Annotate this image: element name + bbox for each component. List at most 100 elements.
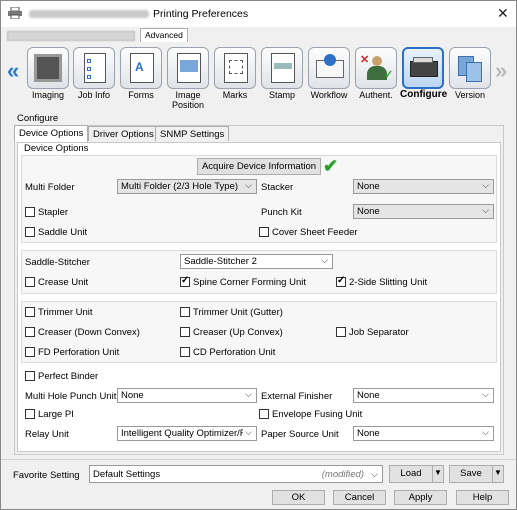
ribbon-authentication[interactable]: ✕ ✓ Authent. xyxy=(353,47,399,100)
save-dropdown-icon[interactable]: ▼ xyxy=(492,465,504,483)
large-pi-label: Large PI xyxy=(38,409,74,420)
stacker-select[interactable]: None ⌵ xyxy=(353,179,494,194)
chevron-down-icon: ⌵ xyxy=(482,389,489,399)
scroll-right-icon[interactable]: » xyxy=(495,58,507,84)
saddle-stitcher-select[interactable]: Saddle-Stitcher 2 ⌵ xyxy=(180,254,333,269)
forms-icon: A xyxy=(120,47,162,89)
save-button[interactable]: Save xyxy=(449,465,493,483)
configure-icon xyxy=(402,47,444,89)
ribbon-stamp[interactable]: Stamp xyxy=(259,47,305,100)
ribbon-label: Job Info xyxy=(77,90,111,100)
ribbon-forms[interactable]: A Forms xyxy=(118,47,164,100)
ribbon-label: Authent. xyxy=(359,90,393,100)
chevron-down-icon: ⌵ xyxy=(482,205,489,215)
paper-source-unit-value: None xyxy=(357,428,380,439)
crease-unit-label: Crease Unit xyxy=(38,277,89,288)
multi-folder-value: Multi Folder (2/3 Hole Type) xyxy=(121,181,239,192)
printer-icon xyxy=(8,7,22,19)
punch-kit-label: Punch Kit xyxy=(261,207,302,218)
top-tab-strip: Advanced xyxy=(1,27,516,43)
stacker-value: None xyxy=(357,181,380,192)
multi-folder-select[interactable]: Multi Folder (2/3 Hole Type) ⌵ xyxy=(117,179,257,194)
tab-device-options[interactable]: Device Options xyxy=(14,125,89,142)
marks-icon xyxy=(214,47,256,89)
spine-corner-label: Spine Corner Forming Unit xyxy=(193,277,306,288)
saddle-unit-checkbox[interactable] xyxy=(25,227,35,237)
close-icon[interactable]: ✕ xyxy=(497,5,509,22)
two-side-slitting-checkbox[interactable] xyxy=(336,275,346,287)
creaser-down-label: Creaser (Down Convex) xyxy=(38,327,140,338)
chevron-down-icon: ⌵ xyxy=(482,427,489,437)
crease-unit-checkbox[interactable] xyxy=(25,277,35,287)
job-separator-label: Job Separator xyxy=(349,327,409,338)
large-pi-checkbox[interactable] xyxy=(25,409,35,419)
ribbon-label: Imaging xyxy=(31,90,65,100)
help-button[interactable]: Help xyxy=(456,490,509,505)
tab-driver-options[interactable]: Driver Options xyxy=(88,126,159,141)
creaser-up-label: Creaser (Up Convex) xyxy=(193,327,283,338)
imaging-icon xyxy=(27,47,69,89)
trimmer-gutter-checkbox[interactable] xyxy=(180,307,190,317)
configure-section-title: Configure xyxy=(17,113,59,124)
multi-hole-punch-select[interactable]: None ⌵ xyxy=(117,388,257,403)
fd-perforation-checkbox[interactable] xyxy=(25,347,35,357)
load-button[interactable]: Load xyxy=(389,465,433,483)
perfect-binder-checkbox[interactable] xyxy=(25,371,35,381)
creaser-down-checkbox[interactable] xyxy=(25,327,35,337)
punch-kit-select[interactable]: None ⌵ xyxy=(353,204,494,219)
success-check-icon: ✔ xyxy=(323,156,339,176)
ribbon-workflow[interactable]: Workflow xyxy=(306,47,352,100)
load-dropdown-icon[interactable]: ▼ xyxy=(432,465,444,483)
spine-corner-checkbox[interactable] xyxy=(180,275,190,287)
stapler-label: Stapler xyxy=(38,207,69,218)
cover-sheet-feeder-checkbox[interactable] xyxy=(259,227,269,237)
title-bar: Printing Preferences ✕ xyxy=(1,1,516,27)
scroll-left-icon[interactable]: « xyxy=(7,58,19,84)
cd-perforation-checkbox[interactable] xyxy=(180,347,190,357)
two-side-slitting-label: 2-Side Slitting Unit xyxy=(349,277,428,288)
tab-snmp-settings[interactable]: SNMP Settings xyxy=(155,126,230,141)
paper-source-unit-select[interactable]: None ⌵ xyxy=(353,426,494,441)
job-info-icon xyxy=(73,47,115,89)
ribbon-label: Image Position xyxy=(171,90,205,110)
ribbon-version[interactable]: Version xyxy=(447,47,493,100)
cd-perforation-label: CD Perforation Unit xyxy=(193,347,276,358)
cancel-button[interactable]: Cancel xyxy=(333,490,386,505)
trimmer-gutter-label: Trimmer Unit (Gutter) xyxy=(193,307,283,318)
cover-sheet-feeder-label: Cover Sheet Feeder xyxy=(272,227,358,238)
ok-button[interactable]: OK xyxy=(272,490,325,505)
trimmer-unit-checkbox[interactable] xyxy=(25,307,35,317)
relay-unit-value: Intelligent Quality Optimizer/R xyxy=(121,428,247,439)
stapler-checkbox[interactable] xyxy=(25,207,35,217)
tab-advanced[interactable]: Advanced xyxy=(140,28,188,42)
punch-kit-value: None xyxy=(357,206,380,217)
envelope-fusing-checkbox[interactable] xyxy=(259,409,269,419)
saddle-stitcher-label: Saddle-Stitcher xyxy=(25,257,90,268)
external-finisher-value: None xyxy=(357,390,380,401)
window-title: Printing Preferences xyxy=(153,8,249,20)
creaser-up-checkbox[interactable] xyxy=(180,327,190,337)
favorite-setting-select[interactable]: Default Settings (modified) ⌵ xyxy=(89,465,383,483)
relay-unit-label: Relay Unit xyxy=(25,429,69,440)
image-position-icon xyxy=(167,47,209,89)
version-icon xyxy=(449,47,491,89)
ribbon-job-info[interactable]: Job Info xyxy=(71,47,117,100)
ribbon-marks[interactable]: Marks xyxy=(212,47,258,100)
apply-button[interactable]: Apply xyxy=(394,490,447,505)
relay-unit-select[interactable]: Intelligent Quality Optimizer/R ⌵ xyxy=(117,426,257,441)
chevron-down-icon: ⌵ xyxy=(245,180,252,190)
device-options-title: Device Options xyxy=(24,143,89,154)
job-separator-checkbox[interactable] xyxy=(336,327,346,337)
ribbon-label: Configure xyxy=(400,89,448,100)
ribbon-image-position[interactable]: Image Position xyxy=(165,47,211,110)
ribbon-imaging[interactable]: Imaging xyxy=(25,47,71,100)
chevron-down-icon: ⌵ xyxy=(245,389,252,399)
modified-indicator: (modified) xyxy=(321,469,364,480)
ribbon-label: Stamp xyxy=(268,90,295,100)
external-finisher-select[interactable]: None ⌵ xyxy=(353,388,494,403)
tab-redacted[interactable] xyxy=(7,31,135,41)
saddle-stitcher-value: Saddle-Stitcher 2 xyxy=(184,256,257,267)
ribbon-configure[interactable]: Configure xyxy=(400,47,448,100)
acquire-device-info-button[interactable]: Acquire Device Information xyxy=(197,158,321,175)
fd-perforation-label: FD Perforation Unit xyxy=(38,347,120,358)
